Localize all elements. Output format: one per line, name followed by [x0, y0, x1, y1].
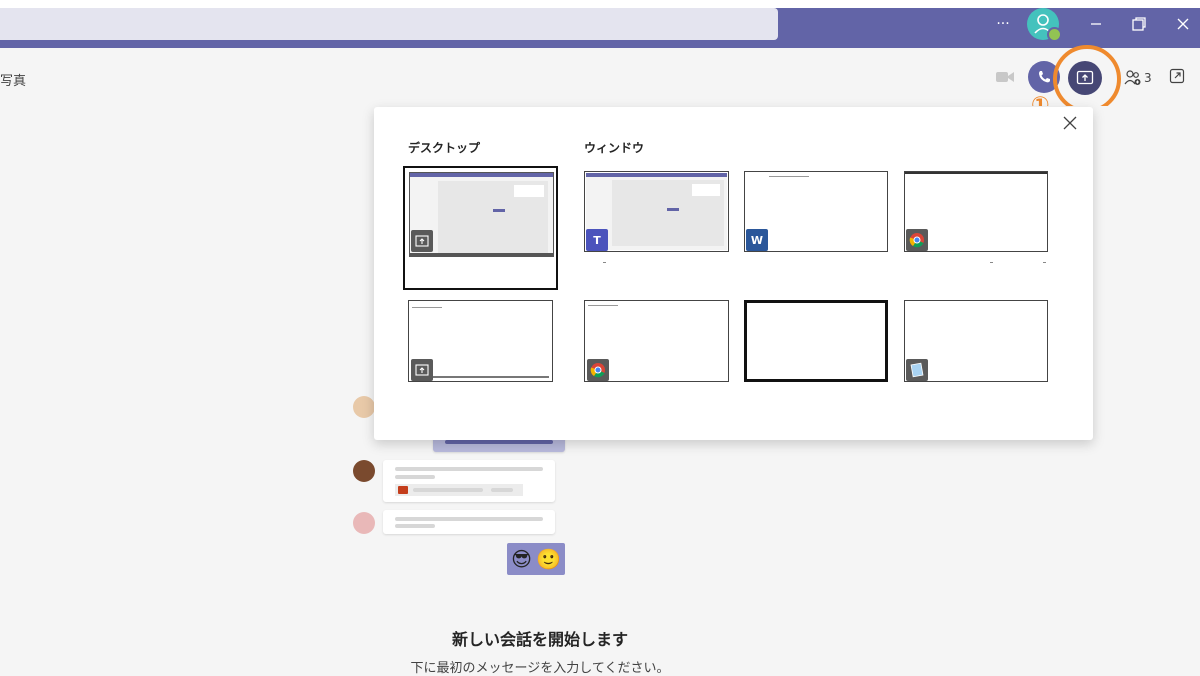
search-input[interactable]: [0, 8, 778, 40]
video-camera-icon: [996, 72, 1014, 82]
top-strip: [0, 0, 1200, 8]
empty-state-subtitle: 下に最初のメッセージを入力してください。: [410, 661, 670, 676]
phone-icon: [1039, 71, 1050, 83]
minimize-button[interactable]: [1085, 8, 1107, 40]
window-teams[interactable]: T: [584, 171, 729, 252]
powerpoint-icon: [398, 486, 408, 494]
preview-titlebar: [410, 173, 553, 177]
participants-count: 3: [1144, 71, 1152, 85]
status-available-icon: [1047, 27, 1062, 42]
chat-header: [0, 48, 1200, 106]
smile-emoji-icon: 🙂: [535, 547, 561, 571]
restore-button[interactable]: [1128, 8, 1150, 40]
screen-share-badge-icon: [411, 230, 433, 252]
preview-mark: [769, 176, 809, 177]
close-icon: [1063, 116, 1077, 130]
illustration-line: [445, 440, 553, 444]
illustration-line: [413, 488, 483, 492]
preview-mark: [412, 307, 442, 308]
preview-titlebar: [905, 172, 1047, 174]
close-window-button[interactable]: [1172, 8, 1194, 40]
screen-share-badge-icon: [411, 359, 433, 381]
empty-state-title: 新しい会話を開始します: [451, 630, 628, 649]
chrome-app-icon: [587, 359, 609, 381]
illustration-line: [491, 488, 513, 492]
window-chrome-1[interactable]: [904, 171, 1048, 252]
window-notepad[interactable]: [904, 300, 1048, 382]
preview-popup: [514, 185, 544, 197]
illustration-line: [395, 467, 543, 471]
close-icon: [1177, 18, 1189, 30]
emoji-card: 😎 🙂: [507, 543, 565, 575]
profile-avatar[interactable]: [1027, 8, 1062, 42]
notepad-app-icon: [906, 359, 928, 381]
desktop-screen-2[interactable]: [408, 300, 553, 382]
participants-button[interactable]: 3: [1124, 66, 1152, 90]
avatar: [353, 396, 375, 418]
video-call-button[interactable]: [994, 66, 1016, 88]
people-add-icon: [1124, 70, 1141, 85]
preview-mark: [667, 208, 679, 211]
caption-mark: [1043, 262, 1046, 263]
attachment-chip: [395, 484, 523, 496]
sunglasses-emoji-icon: 😎: [511, 547, 532, 571]
preview-taskbar: [410, 253, 553, 256]
window-word[interactable]: W: [744, 171, 888, 252]
preview-content: [438, 181, 548, 253]
illustration-line: [395, 475, 435, 479]
window-section-label: ウィンドウ: [584, 141, 645, 155]
close-dialog-button[interactable]: [1061, 114, 1079, 132]
window-blank[interactable]: [744, 300, 888, 382]
window-chrome-2[interactable]: [584, 300, 729, 382]
illustration-card: [383, 510, 555, 534]
illustration-line: [395, 524, 435, 528]
chrome-app-icon: [906, 229, 928, 251]
popout-icon: [1169, 68, 1185, 84]
illustration-card: [383, 460, 555, 502]
more-options-button[interactable]: ···: [990, 8, 1016, 40]
preview-titlebar: [586, 173, 727, 177]
caption-mark: [603, 262, 606, 263]
teams-app-icon: T: [586, 229, 608, 251]
restore-icon: [1132, 17, 1146, 31]
highlight-ring: [1053, 45, 1121, 113]
word-app-icon: W: [746, 229, 768, 251]
illustration-line: [395, 517, 543, 521]
desktop-screen-1[interactable]: [403, 166, 558, 290]
popout-chat-button[interactable]: [1168, 67, 1186, 85]
preview-mark: [588, 305, 618, 306]
desktop-section-label: デスクトップ: [408, 141, 481, 155]
preview-content: [612, 180, 724, 246]
avatar: [353, 460, 375, 482]
tab-photos[interactable]: 写真: [0, 70, 26, 89]
caption-mark: [990, 262, 993, 263]
minimize-icon: [1091, 23, 1101, 25]
preview-popup: [692, 184, 720, 196]
avatar: [353, 512, 375, 534]
preview-mark: [493, 209, 505, 212]
